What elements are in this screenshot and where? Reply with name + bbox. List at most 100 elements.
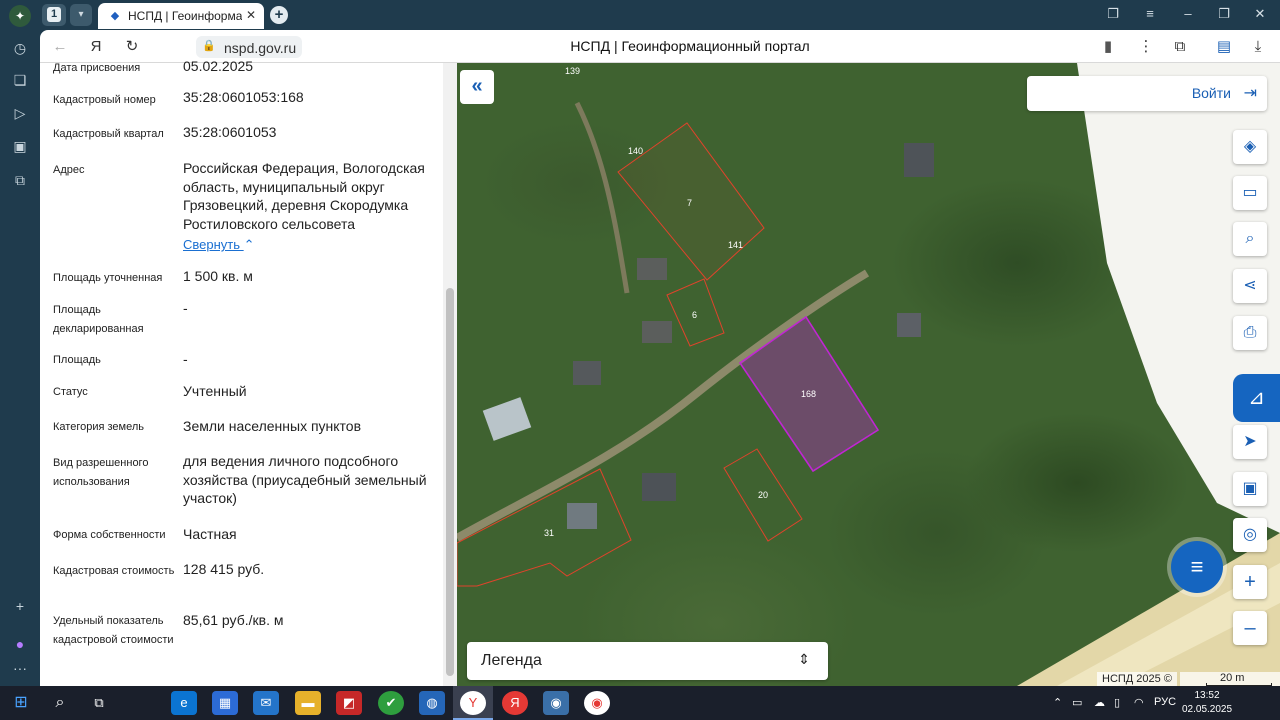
prop-value: Учтенный: [183, 383, 247, 399]
chevron-up-icon: ⌃: [243, 237, 255, 252]
prop-value: Российская Федерация, Вологодская област…: [183, 160, 425, 232]
edge-icon[interactable]: e: [171, 691, 197, 715]
chrome-icon[interactable]: ◉: [584, 691, 610, 715]
zoom-out-icon[interactable]: –: [1233, 611, 1267, 645]
tab-one-icon[interactable]: ▣: [10, 136, 30, 156]
protect-icon[interactable]: ▤: [1214, 37, 1234, 57]
parcel-label: 31: [544, 528, 554, 538]
browser-sidebar: ◷ ❏ ▷ ▣ ⧉ + ● ···: [0, 30, 40, 686]
close-tab-icon[interactable]: ✕: [246, 8, 256, 22]
collapse-address-link[interactable]: Свернуть ⌃: [183, 237, 255, 253]
screenshot-icon[interactable]: ⧉: [10, 170, 30, 190]
legend-dropdown[interactable]: Легенда ⇕: [467, 642, 828, 680]
parcel-label: 20: [758, 490, 768, 500]
page-title: НСПД | Геоинформационный портал: [570, 38, 810, 54]
camera-icon[interactable]: ◉: [543, 691, 569, 715]
tab-counter-button[interactable]: 1: [42, 4, 66, 26]
parcel-label: 140: [628, 146, 643, 156]
new-tab-button[interactable]: +: [270, 6, 288, 24]
tab-title: НСПД | Геоинформационный портал: [128, 9, 242, 23]
add-icon[interactable]: +: [10, 596, 30, 616]
building: [904, 143, 934, 177]
prop-label: Кадастровый квартал: [53, 128, 164, 140]
bookmark-icon[interactable]: ▮: [1098, 37, 1118, 57]
windows-start-icon[interactable]: ⊞: [8, 691, 34, 715]
search-icon[interactable]: ⌕: [47, 691, 73, 715]
chevron-down-icon[interactable]: ▾: [70, 4, 92, 26]
play-icon[interactable]: ▷: [10, 103, 30, 123]
print-icon[interactable]: ⎙: [1233, 316, 1267, 350]
tray-app-icon[interactable]: ▭: [1072, 696, 1082, 709]
onedrive-icon[interactable]: ☁: [1094, 696, 1105, 709]
more-vertical-icon[interactable]: ⋮: [1136, 37, 1156, 57]
parcel-label: 139: [565, 66, 580, 76]
minimize-icon[interactable]: –: [1178, 6, 1198, 21]
language-indicator[interactable]: РУС: [1154, 696, 1176, 708]
tray-chevron-icon[interactable]: ⌃: [1053, 696, 1062, 709]
prop-label: Площадь декларированная: [53, 304, 144, 335]
locate-icon[interactable]: ◎: [1233, 518, 1267, 552]
store-icon[interactable]: ▦: [212, 691, 238, 715]
app-icon[interactable]: ◩: [336, 691, 362, 715]
close-window-icon[interactable]: ✕: [1250, 6, 1270, 22]
navigation-icon[interactable]: ➤: [1233, 425, 1267, 459]
prop-value: Частная: [183, 526, 237, 542]
reader-icon[interactable]: ⧉: [1170, 37, 1190, 57]
reload-icon[interactable]: ↻: [122, 37, 142, 57]
building: [567, 503, 597, 529]
alice-icon[interactable]: ●: [10, 634, 30, 654]
chat-icon[interactable]: ≡: [1171, 541, 1223, 593]
microphone-icon[interactable]: ▯: [1114, 696, 1120, 709]
building: [642, 321, 672, 343]
lock-icon: 🔒: [202, 40, 216, 52]
login-icon: ⇥: [1243, 85, 1257, 102]
prop-label: Адрес: [53, 164, 85, 176]
more-icon[interactable]: ···: [10, 658, 30, 678]
app-icon[interactable]: ◍: [419, 691, 445, 715]
prop-label: Вид разрешенного использования: [53, 457, 149, 488]
file-explorer-icon[interactable]: ▬: [295, 691, 321, 715]
zoom-in-icon[interactable]: +: [1233, 565, 1267, 599]
map-layer: 139 140 7 141 6 168 20 31: [457, 63, 1280, 686]
task-view-icon[interactable]: ⧉: [86, 691, 112, 715]
yandex-icon[interactable]: Я: [86, 37, 106, 57]
menu-icon[interactable]: ≡: [1140, 6, 1160, 21]
share-icon[interactable]: ⋖: [1233, 269, 1267, 303]
history-icon[interactable]: ◷: [10, 38, 30, 58]
area-search-icon[interactable]: ⌕: [1233, 222, 1267, 256]
restore-icon[interactable]: ❐: [1214, 6, 1234, 22]
selection-tool-icon[interactable]: ⊿: [1233, 374, 1280, 422]
map-view[interactable]: 139 140 7 141 6 168 20 31: [457, 63, 1280, 686]
minimap-icon[interactable]: ▣: [1233, 472, 1267, 506]
ruler-icon[interactable]: ▭: [1233, 176, 1267, 210]
clock[interactable]: 13:52 02.05.2025: [1182, 689, 1232, 717]
prop-value: 1 500 кв. м: [183, 268, 253, 284]
browser-tab[interactable]: ◆ НСПД | Геоинформационный портал ✕: [98, 3, 264, 29]
mail-icon[interactable]: ✉: [253, 691, 279, 715]
login-button[interactable]: Войти ⇥: [1027, 76, 1267, 111]
back-icon[interactable]: ←: [50, 37, 70, 57]
download-icon[interactable]: ⤓: [1248, 37, 1268, 57]
collapse-panel-button[interactable]: «: [460, 70, 494, 104]
yandex-browser-logo-icon[interactable]: ✦: [9, 5, 31, 27]
clock-time: 13:52: [1194, 690, 1220, 701]
prop-label: Площадь уточненная: [53, 272, 163, 284]
prop-value: 85,61 руб./кв. м: [183, 612, 284, 628]
yandex-icon[interactable]: Я: [502, 691, 528, 715]
panel-scroll-thumb[interactable]: [446, 288, 454, 676]
map-copyright: НСПД 2025 ©: [1097, 672, 1177, 686]
dirt-path: [574, 101, 630, 294]
tabs-panel-icon[interactable]: ❐: [1103, 6, 1123, 22]
url-text: nspd.gov.ru: [224, 40, 297, 56]
layers-icon[interactable]: ◈: [1233, 130, 1267, 164]
url-field[interactable]: 🔒 nspd.gov.ru: [196, 36, 302, 58]
collections-icon[interactable]: ❏: [10, 70, 30, 90]
yandex-browser-icon[interactable]: Y: [460, 691, 486, 715]
object-info-panel: [40, 63, 457, 686]
tasks-icon[interactable]: ✔: [378, 691, 404, 715]
wifi-icon[interactable]: ◠: [1134, 696, 1144, 709]
parcel-label: 7: [687, 198, 692, 208]
building: [642, 473, 676, 501]
prop-label: Кадастровый номер: [53, 94, 156, 106]
parcel-label: 168: [801, 389, 816, 399]
